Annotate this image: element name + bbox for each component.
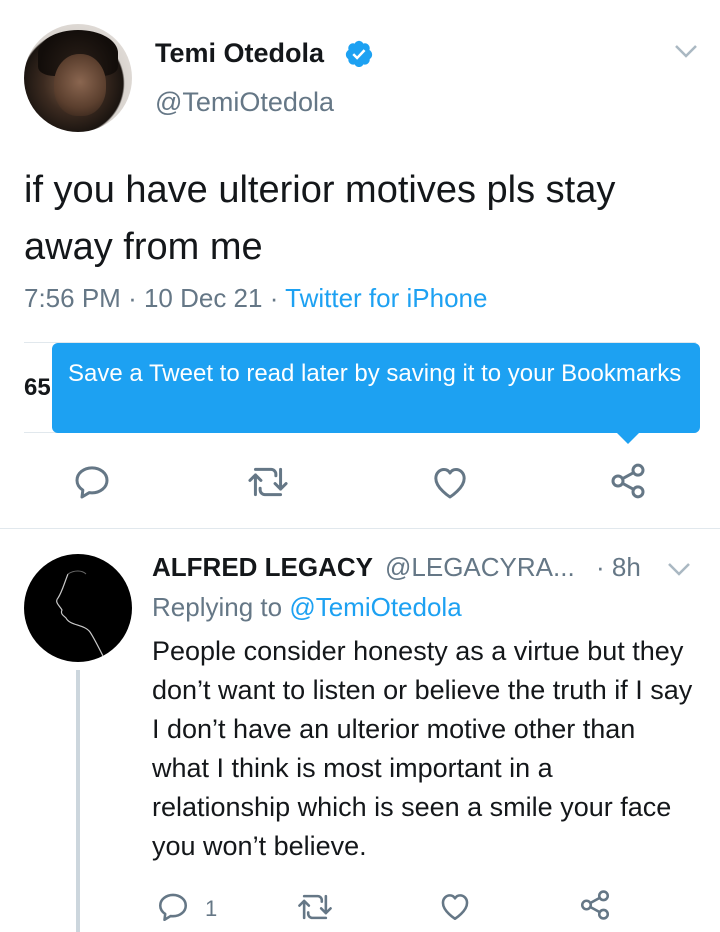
retweet-icon [248, 467, 288, 497]
verified-icon [345, 40, 373, 68]
reply-retweet-button[interactable] [296, 892, 334, 922]
reply-icon [75, 466, 109, 499]
tooltip-arrow [616, 432, 640, 444]
reply-button[interactable] [72, 462, 112, 502]
author-handle[interactable]: @TemiOtedola [155, 87, 334, 118]
tweet-source[interactable]: Twitter for iPhone [285, 283, 487, 313]
replying-mention[interactable]: @TemiOtedola [289, 592, 461, 622]
reply-like-button[interactable] [438, 890, 472, 922]
tweet-time: 7:56 PM [24, 283, 121, 313]
meta-separator: · [128, 283, 144, 313]
share-button[interactable] [608, 461, 648, 501]
chevron-down-icon[interactable] [673, 42, 699, 60]
divider [0, 528, 720, 529]
reply-tweet[interactable]: ALFRED LEGACY @LEGACYRA... · 8h Replying… [0, 530, 720, 932]
silhouette-image [56, 570, 105, 659]
reply-count: 1 [205, 896, 218, 921]
reply-text: People consider honesty as a virtue but … [152, 636, 693, 861]
author-name[interactable]: Temi Otedola [155, 38, 324, 69]
reply-time-value: 8h [611, 552, 641, 582]
reply-author-handle[interactable]: @LEGACYRA... [385, 552, 575, 583]
avatar-face [54, 54, 106, 116]
share-icon [611, 463, 645, 499]
bookmark-tooltip[interactable]: Save a Tweet to read later by saving it … [52, 343, 700, 433]
reply-icon [158, 893, 188, 922]
like-icon [441, 894, 469, 921]
tweet-date: 10 Dec 21 [143, 283, 263, 313]
stats-count[interactable]: 65 [24, 374, 51, 402]
reply-time: · 8h [596, 552, 641, 582]
tweet-meta: 7:56 PM · 10 Dec 21 · Twitter for iPhone [24, 283, 487, 314]
thread-line [76, 670, 80, 932]
tweet-text: if you have ulterior motives pls stay aw… [24, 169, 616, 268]
reply-avatar[interactable] [24, 554, 132, 662]
retweet-icon [298, 894, 332, 920]
like-button[interactable] [430, 463, 470, 501]
reply-author-name[interactable]: ALFRED LEGACY [152, 552, 373, 583]
reply-share-button[interactable] [578, 888, 612, 922]
retweet-button[interactable] [246, 464, 290, 500]
like-icon [434, 468, 466, 499]
reply-reply-button[interactable] [156, 890, 190, 924]
replying-to: Replying to @TemiOtedola [152, 592, 462, 623]
meta-separator: · [269, 283, 286, 313]
author-avatar[interactable] [24, 24, 132, 132]
chevron-down-icon[interactable] [666, 560, 692, 578]
share-icon [580, 890, 610, 920]
replying-label: Replying to [152, 592, 283, 622]
